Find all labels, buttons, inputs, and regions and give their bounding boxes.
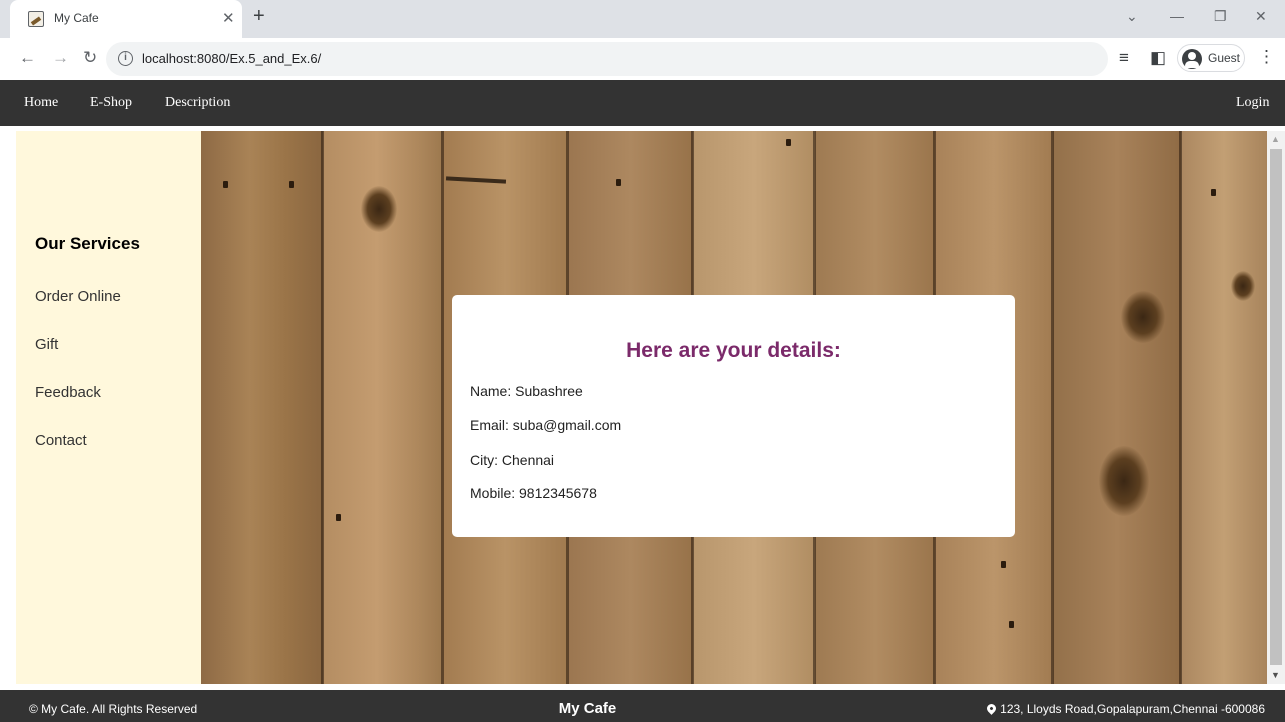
scroll-up-arrow-icon[interactable]: ▲ xyxy=(1271,134,1280,144)
scroll-down-arrow-icon[interactable]: ▼ xyxy=(1271,670,1280,680)
wood-knot xyxy=(1121,291,1165,343)
services-sidebar: Our Services Order Online Gift Feedback … xyxy=(16,131,201,684)
nail-mark xyxy=(1001,561,1006,568)
new-tab-icon[interactable]: + xyxy=(253,5,265,28)
detail-email: Email: suba@gmail.com xyxy=(470,417,622,433)
sidebar-item-feedback[interactable]: Feedback xyxy=(35,384,101,401)
close-tab-icon[interactable]: ✕ xyxy=(222,9,235,27)
page-scrollbar[interactable]: ▲ ▼ xyxy=(1267,131,1285,684)
sidebar-item-gift[interactable]: Gift xyxy=(35,336,58,353)
nail-mark xyxy=(289,181,294,188)
site-info-icon[interactable]: i xyxy=(118,51,133,66)
profile-avatar-icon xyxy=(1182,49,1202,69)
address-bar[interactable]: i localhost:8080/Ex.5_and_Ex.6/ xyxy=(106,42,1108,76)
nail-mark xyxy=(616,179,621,186)
nav-link-description[interactable]: Description xyxy=(165,95,230,111)
profile-button[interactable]: Guest xyxy=(1177,44,1245,72)
browser-menu-icon[interactable]: ⋮ xyxy=(1258,47,1275,67)
nav-link-eshop[interactable]: E-Shop xyxy=(90,95,132,111)
detail-name: Name: Subashree xyxy=(470,383,583,399)
nail-mark xyxy=(223,181,228,188)
restore-icon[interactable]: ❐ xyxy=(1214,8,1227,25)
map-pin-icon xyxy=(985,702,999,715)
minimize-icon[interactable]: — xyxy=(1170,8,1184,24)
nail-mark xyxy=(1211,189,1216,196)
side-panel-icon[interactable]: ◧ xyxy=(1150,48,1166,68)
url-text[interactable]: localhost:8080/Ex.5_and_Ex.6/ xyxy=(142,51,321,66)
wood-plank xyxy=(1181,131,1267,684)
reading-list-icon[interactable]: ≡ xyxy=(1119,48,1129,68)
wood-plank xyxy=(1053,131,1181,684)
details-title: Here are your details: xyxy=(626,339,841,362)
site-navbar: Home E-Shop Description Login xyxy=(0,80,1285,126)
nail-mark xyxy=(786,139,791,146)
plank-seam xyxy=(441,131,444,684)
wood-plank xyxy=(201,131,323,684)
footer-address: 123, Lloyds Road,Gopalapuram,Chennai -60… xyxy=(985,702,1265,716)
footer-address-text: 123, Lloyds Road,Gopalapuram,Chennai -60… xyxy=(1000,702,1265,716)
nail-mark xyxy=(1009,621,1014,628)
plank-seam xyxy=(321,131,324,684)
wood-knot xyxy=(1231,271,1255,301)
plank-seam xyxy=(1179,131,1182,684)
profile-label: Guest xyxy=(1208,51,1241,65)
scrollbar-thumb[interactable] xyxy=(1270,149,1282,665)
plank-seam xyxy=(1051,131,1054,684)
tab-title: My Cafe xyxy=(54,11,99,25)
browser-tab[interactable]: My Cafe ✕ xyxy=(10,0,242,38)
wood-knot xyxy=(361,186,397,232)
close-window-icon[interactable]: ✕ xyxy=(1255,8,1267,25)
sidebar-item-order-online[interactable]: Order Online xyxy=(35,288,121,305)
browser-toolbar: ← → ↻ i localhost:8080/Ex.5_and_Ex.6/ ≡ … xyxy=(0,38,1285,80)
forward-arrow-icon[interactable]: → xyxy=(52,48,69,68)
detail-mobile: Mobile: 9812345678 xyxy=(470,485,597,501)
nav-link-home[interactable]: Home xyxy=(24,95,58,111)
detail-city: City: Chennai xyxy=(470,452,555,468)
nail-mark xyxy=(336,514,341,521)
sidebar-item-contact[interactable]: Contact xyxy=(35,432,87,449)
browser-tabstrip: My Cafe ✕ + ⌄ — ❐ ✕ xyxy=(0,0,1285,38)
site-footer: © My Cafe. All Rights Reserved My Cafe 1… xyxy=(0,690,1285,722)
reload-icon[interactable]: ↻ xyxy=(83,48,97,68)
sidebar-heading: Our Services xyxy=(35,234,140,253)
details-card: Here are your details: Name: Subashree E… xyxy=(452,295,1015,537)
tab-search-icon[interactable]: ⌄ xyxy=(1126,8,1138,25)
wood-knot xyxy=(1099,446,1149,516)
cafe-favicon-icon xyxy=(28,11,44,27)
nav-link-login[interactable]: Login xyxy=(1236,95,1269,111)
back-arrow-icon[interactable]: ← xyxy=(19,48,36,68)
